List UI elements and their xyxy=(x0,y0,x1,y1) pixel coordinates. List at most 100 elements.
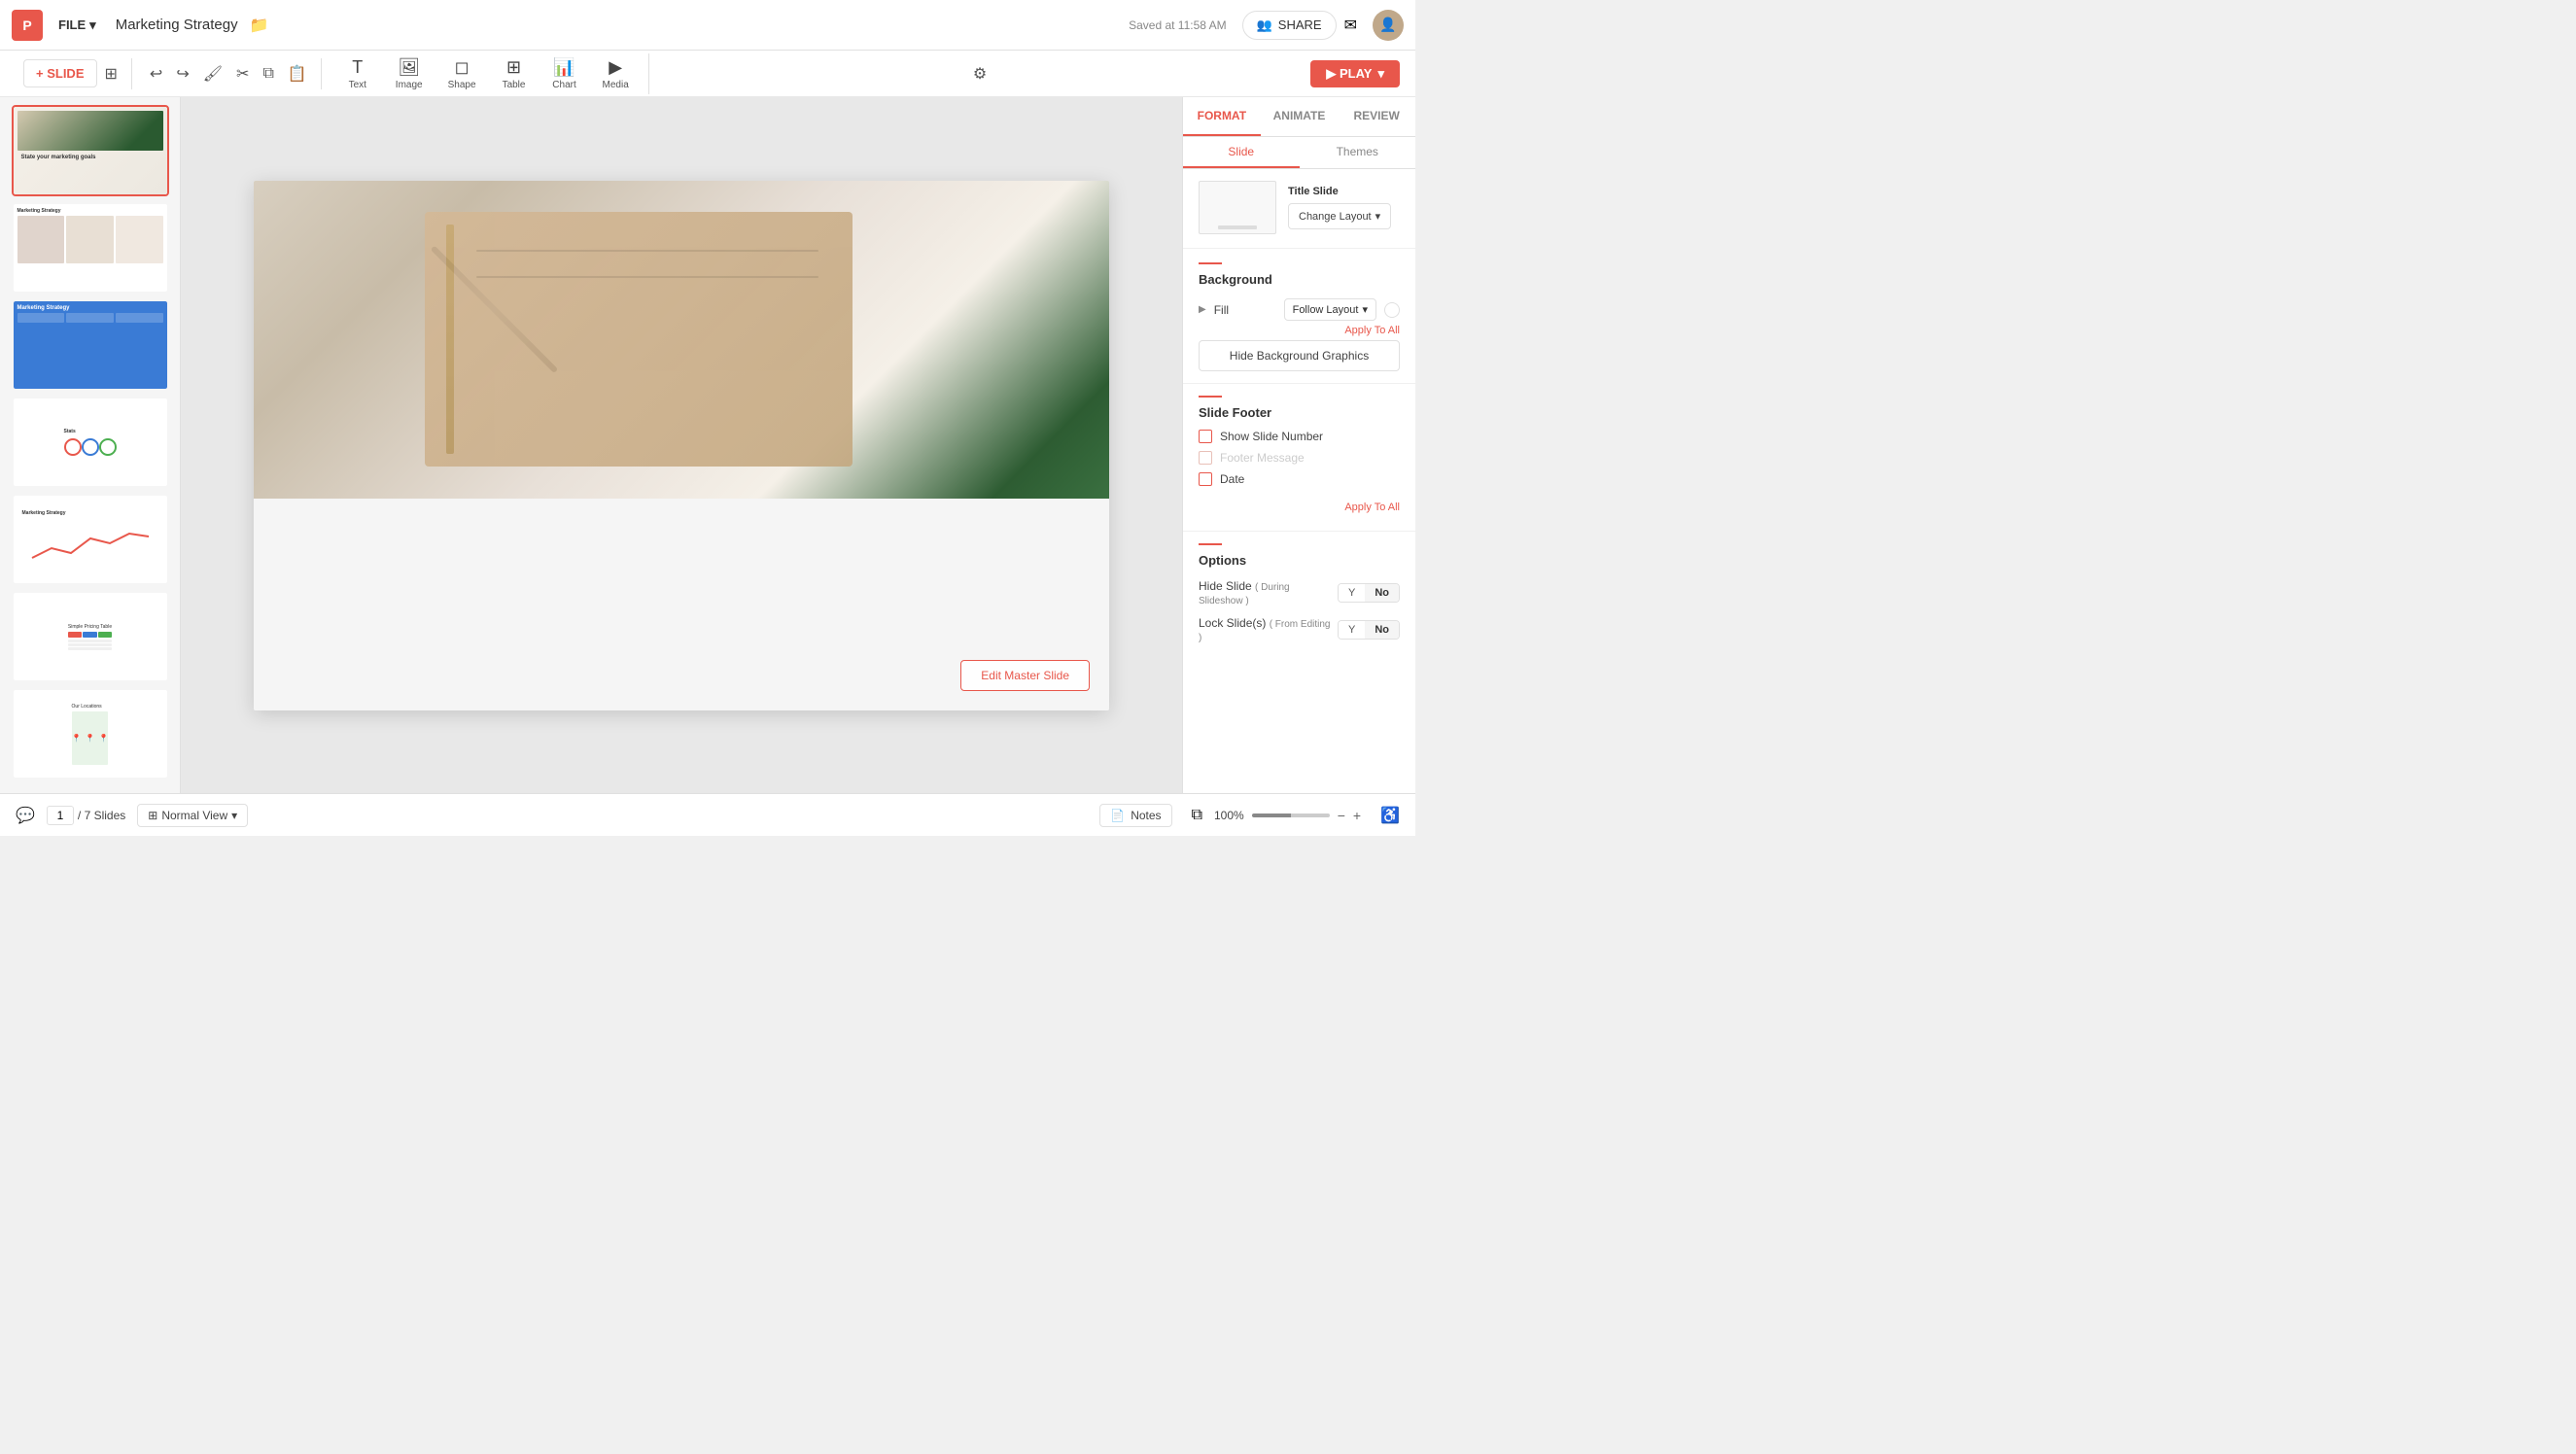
grid-view-button[interactable]: ⊞ xyxy=(99,58,123,89)
duplicate-icon[interactable]: ⧉ xyxy=(1192,807,1202,824)
slide-thumb-5[interactable]: Marketing Strategy xyxy=(12,494,169,585)
apply-to-all-bg-link[interactable]: Apply To All xyxy=(1199,321,1400,336)
slide-thumb-wrapper-5: 5 Marketing Strategy xyxy=(12,494,169,585)
hide-slide-no-option[interactable]: No xyxy=(1365,584,1399,602)
insert-chart-button[interactable]: 📊 Chart xyxy=(540,53,589,94)
slide-canvas[interactable]: Edit Master Slide xyxy=(254,181,1109,710)
date-label: Date xyxy=(1220,472,1244,486)
fill-color-picker[interactable] xyxy=(1384,302,1400,318)
view-selector[interactable]: ⊞ Normal View ▾ xyxy=(137,804,248,827)
paste-button[interactable]: 📋 xyxy=(282,58,313,89)
zoom-slider[interactable] xyxy=(1252,814,1330,817)
date-row: Date xyxy=(1199,472,1400,486)
lock-slides-row: Lock Slide(s) ( From Editing ) Y No xyxy=(1199,616,1400,643)
chart-icon: 📊 xyxy=(553,57,574,78)
share-button[interactable]: 👥 SHARE xyxy=(1242,11,1337,40)
play-button[interactable]: ▶ PLAY ▾ xyxy=(1310,60,1400,87)
slide-thumb-7[interactable]: Our Locations 📍 📍 📍 xyxy=(12,688,169,779)
slide-thumb-wrapper-2: 2 Marketing Strategy xyxy=(12,202,169,294)
slide-thumb-3[interactable]: Marketing Strategy xyxy=(12,299,169,391)
apply-to-all-footer-row: Apply To All xyxy=(1199,494,1400,519)
cut-button[interactable]: ✂ xyxy=(230,58,255,89)
follow-layout-select[interactable]: Follow Layout ▾ xyxy=(1284,298,1376,321)
divider-1 xyxy=(1183,248,1415,249)
page-number-input[interactable] xyxy=(47,806,74,825)
insert-tools: T Text 🖼 Image ◻ Shape ⊞ Table 📊 Chart ▶… xyxy=(326,53,649,94)
insert-table-button[interactable]: ⊞ Table xyxy=(490,53,539,94)
media-icon: ▶ xyxy=(609,57,622,78)
slide-background-image xyxy=(254,181,1109,499)
edit-master-slide-button[interactable]: Edit Master Slide xyxy=(960,660,1090,691)
hide-slide-yes-option[interactable]: Y xyxy=(1339,584,1365,602)
subtab-themes[interactable]: Themes xyxy=(1300,137,1416,168)
background-section: Background ▶ Fill Follow Layout ▾ Apply … xyxy=(1183,251,1415,384)
app-logo: P xyxy=(12,10,43,41)
slide-thumb-2[interactable]: Marketing Strategy xyxy=(12,202,169,294)
fill-expand-icon[interactable]: ▶ xyxy=(1199,304,1206,315)
user-avatar[interactable]: 👤 xyxy=(1373,10,1404,41)
change-layout-button[interactable]: Change Layout ▾ xyxy=(1288,203,1391,229)
apply-to-all-footer-link[interactable]: Apply To All xyxy=(1344,498,1400,513)
fill-label: Fill xyxy=(1214,303,1276,317)
zoom-in-button[interactable]: + xyxy=(1353,808,1361,823)
layout-preview: Title Slide Change Layout ▾ xyxy=(1183,169,1415,246)
saved-status: Saved at 11:58 AM xyxy=(1129,18,1227,32)
table-icon: ⊞ xyxy=(506,57,521,78)
tab-format[interactable]: FORMAT xyxy=(1183,97,1261,136)
hide-slide-toggle[interactable]: Y No xyxy=(1338,583,1400,603)
show-slide-number-checkbox[interactable] xyxy=(1199,430,1212,443)
tab-animate[interactable]: ANIMATE xyxy=(1261,97,1339,136)
slide-footer-section: Slide Footer Show Slide Number Footer Me… xyxy=(1183,384,1415,532)
options-title: Options xyxy=(1199,553,1400,568)
date-checkbox[interactable] xyxy=(1199,472,1212,486)
settings-button[interactable]: ⚙ xyxy=(967,58,992,89)
slide-thumb-6[interactable]: Simple Pricing Table xyxy=(12,591,169,682)
slide-thumb-wrapper-1: 1 State your marketing goals xyxy=(12,105,169,196)
folder-icon: 📁 xyxy=(250,16,269,35)
slide-thumb-wrapper-7: 7 Our Locations 📍 📍 📍 xyxy=(12,688,169,779)
total-pages-label: / 7 Slides xyxy=(78,809,125,822)
chat-icon[interactable]: 💬 xyxy=(16,806,35,825)
zoom-value: 100% xyxy=(1214,809,1244,822)
undo-button[interactable]: ↩ xyxy=(144,58,168,89)
top-bar: P FILE ▾ Marketing Strategy 📁 Saved at 1… xyxy=(0,0,1415,51)
slide-controls: + SLIDE ⊞ xyxy=(16,58,132,89)
toolbar: + SLIDE ⊞ ↩ ↪ 🖌 ✂ ⧉ 📋 T Text 🖼 Image ◻ S… xyxy=(0,51,1415,97)
add-slide-button[interactable]: + SLIDE xyxy=(23,59,97,87)
lock-slides-label: Lock Slide(s) ( From Editing ) xyxy=(1199,616,1332,643)
copy-button[interactable]: ⧉ xyxy=(257,59,279,88)
redo-button[interactable]: ↪ xyxy=(170,58,194,89)
right-panel: FORMAT ANIMATE REVIEW Slide Themes Title… xyxy=(1182,97,1415,793)
slide-footer-title: Slide Footer xyxy=(1199,405,1400,420)
footer-message-checkbox[interactable] xyxy=(1199,451,1212,465)
insert-image-button[interactable]: 🖼 Image xyxy=(384,53,435,94)
shape-icon: ◻ xyxy=(455,57,470,78)
tab-review[interactable]: REVIEW xyxy=(1338,97,1415,136)
notes-doc-icon: 📄 xyxy=(1110,809,1125,822)
title-slide-label: Title Slide xyxy=(1288,186,1391,197)
slide-thumb-wrapper-6: 6 Simple Pricing Table xyxy=(12,591,169,682)
accessibility-icon[interactable]: ♿ xyxy=(1380,806,1400,825)
notes-button[interactable]: 📄 Notes xyxy=(1099,804,1171,827)
show-slide-number-row: Show Slide Number xyxy=(1199,430,1400,443)
fill-row: ▶ Fill Follow Layout ▾ xyxy=(1199,298,1400,321)
insert-shape-button[interactable]: ◻ Shape xyxy=(436,53,488,94)
footer-message-label: Footer Message xyxy=(1220,451,1305,465)
options-section: Options Hide Slide ( During Slideshow ) … xyxy=(1183,532,1415,665)
zoom-out-button[interactable]: − xyxy=(1338,808,1345,823)
insert-text-button[interactable]: T Text xyxy=(333,53,382,94)
zoom-controls: 100% − + xyxy=(1214,808,1361,823)
insert-media-button[interactable]: ▶ Media xyxy=(591,53,641,94)
file-menu[interactable]: FILE ▾ xyxy=(51,14,104,37)
lock-slides-toggle[interactable]: Y No xyxy=(1338,620,1400,640)
slide-thumb-1[interactable]: State your marketing goals xyxy=(12,105,169,196)
background-section-title: Background xyxy=(1199,272,1400,287)
slide-thumb-4[interactable]: Stats xyxy=(12,397,169,488)
lock-slides-yes-option[interactable]: Y xyxy=(1339,621,1365,639)
lock-slides-no-option[interactable]: No xyxy=(1365,621,1399,639)
slide-thumb-wrapper-3: 3 Marketing Strategy xyxy=(12,299,169,391)
subtab-slide[interactable]: Slide xyxy=(1183,137,1300,168)
hide-background-graphics-button[interactable]: Hide Background Graphics xyxy=(1199,340,1400,371)
format-painter-button[interactable]: 🖌 xyxy=(197,58,228,89)
templates-button[interactable]: Templates New xyxy=(31,785,149,793)
